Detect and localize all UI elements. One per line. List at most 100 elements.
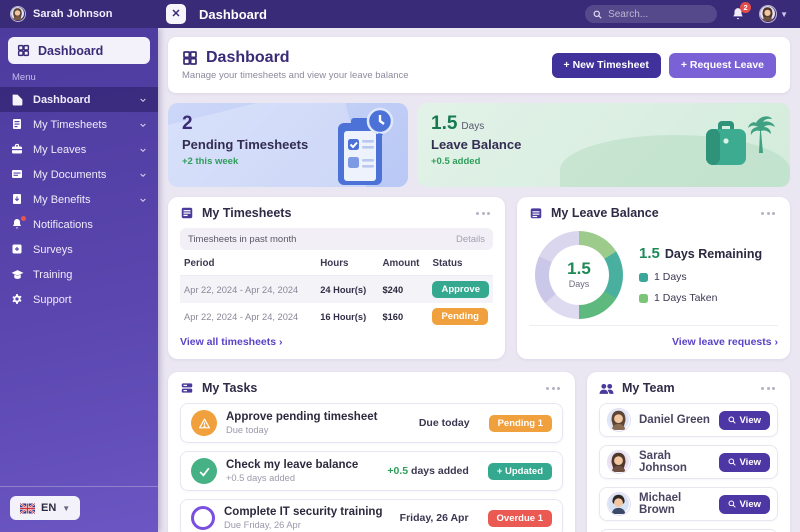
my-tasks-card: My Tasks Approve pending timesheet Due t… xyxy=(168,372,575,532)
timesheet-icon xyxy=(11,118,24,131)
request-leave-button[interactable]: + Request Leave xyxy=(668,52,776,78)
calendar-icon xyxy=(529,206,543,220)
tasks-icon xyxy=(180,381,194,395)
search-icon xyxy=(728,458,736,466)
chevron-down-icon xyxy=(139,121,147,129)
leave-balance-title: My Leave Balance xyxy=(551,206,659,220)
leave-unit: Days xyxy=(461,121,485,132)
search-icon xyxy=(728,500,736,508)
grid-icon xyxy=(11,93,24,106)
sidebar-item-training[interactable]: Training xyxy=(0,262,158,287)
more-options-icon[interactable] xyxy=(758,209,778,218)
search-icon xyxy=(728,416,736,424)
notifications-button[interactable]: 2 xyxy=(731,2,752,21)
briefcase-icon xyxy=(11,143,24,156)
check-icon xyxy=(191,458,217,484)
leave-label: Leave Balance xyxy=(431,136,522,152)
notification-dot xyxy=(21,216,26,221)
chevron-down-icon xyxy=(139,146,147,154)
chevron-down-icon xyxy=(139,171,147,179)
profile-menu[interactable]: ▼ xyxy=(759,5,788,23)
status-badge[interactable]: Pending xyxy=(432,308,488,325)
pending-count: 2 xyxy=(182,113,193,134)
graduation-icon xyxy=(11,268,24,281)
document-icon xyxy=(11,168,24,181)
task-item[interactable]: Complete IT security training Due Friday… xyxy=(180,499,563,532)
topbar-user[interactable]: Sarah Johnson xyxy=(0,6,158,22)
member-avatar xyxy=(607,408,631,432)
search-input[interactable] xyxy=(608,8,710,20)
remaining-label: Days Remaining xyxy=(664,247,763,261)
remaining-value: 1.5 xyxy=(639,245,660,262)
tab-close-button[interactable]: ✕ xyxy=(166,4,186,24)
benefits-icon xyxy=(11,193,24,206)
sidebar-item-support[interactable]: Support xyxy=(0,287,158,312)
member-avatar xyxy=(607,492,631,516)
chevron-down-icon xyxy=(139,196,147,204)
language-selector[interactable]: EN ▼ xyxy=(10,496,81,520)
my-team-card: My Team Daniel Green View Sarah Johnson xyxy=(587,372,790,532)
sidebar-item-dashboard[interactable]: Dashboard xyxy=(0,87,158,112)
donut-center-value: 1.5 xyxy=(567,259,591,278)
sidebar-item-my-benefits[interactable]: My Benefits xyxy=(0,187,158,212)
table-row[interactable]: Apr 22, 2024 - Apr 24, 2024 16 Hour(s) $… xyxy=(180,303,493,330)
sidebar-brand[interactable]: Dashboard xyxy=(8,37,150,64)
leave-balance-card[interactable]: 1.5 Days Leave Balance +0.5 added xyxy=(417,103,790,187)
more-options-icon[interactable] xyxy=(473,209,493,218)
pending-delta: +2 this week xyxy=(182,155,239,167)
sidebar-brand-label: Dashboard xyxy=(38,43,104,58)
my-timesheets-card: My Timesheets Timesheets in past month D… xyxy=(168,197,505,359)
sidebar-item-my-leaves[interactable]: My Leaves xyxy=(0,137,158,162)
view-member-button[interactable]: View xyxy=(718,410,770,430)
view-all-timesheets-link[interactable]: View all timesheets › xyxy=(180,336,283,348)
status-badge[interactable]: Approve xyxy=(432,281,489,298)
team-title: My Team xyxy=(622,381,675,395)
new-timesheet-button[interactable]: + New Timesheet xyxy=(551,52,661,78)
legend-dot xyxy=(639,272,648,282)
sidebar-item-notifications[interactable]: Notifications xyxy=(0,212,158,237)
pending-label: Pending Timesheets xyxy=(182,136,309,152)
leave-value: 1.5 xyxy=(431,113,458,134)
team-member-row: Daniel Green View xyxy=(599,403,778,437)
chevron-down-icon: ▼ xyxy=(780,9,788,19)
timesheets-title: My Timesheets xyxy=(202,206,292,220)
legend-item: 1 Days Taken xyxy=(639,292,762,304)
task-item[interactable]: Check my leave balance +0.5 days added +… xyxy=(180,451,563,491)
details-link[interactable]: Details xyxy=(456,234,485,245)
user-avatar xyxy=(10,6,26,22)
sidebar-item-my-documents[interactable]: My Documents xyxy=(0,162,158,187)
member-avatar xyxy=(607,450,631,474)
table-row[interactable]: Apr 22, 2024 - Apr 24, 2024 24 Hour(s) $… xyxy=(180,275,493,303)
tab-title: Dashboard xyxy=(199,6,267,22)
page-subtitle: Manage your timesheets and view your lea… xyxy=(182,70,409,81)
grid-icon xyxy=(182,50,198,66)
more-options-icon[interactable] xyxy=(543,384,563,393)
profile-avatar xyxy=(759,5,778,23)
sidebar-item-my-timesheets[interactable]: My Timesheets xyxy=(0,112,158,137)
survey-icon xyxy=(11,243,24,256)
main-content: Dashboard Manage your timesheets and vie… xyxy=(158,28,800,532)
view-leave-requests-link[interactable]: View leave requests › xyxy=(672,336,778,348)
pending-timesheets-card[interactable]: 2 Pending Timesheets +2 this week xyxy=(168,103,408,187)
legend-dot xyxy=(639,293,648,303)
search-box[interactable] xyxy=(585,5,718,23)
team-member-row: Michael Brown View xyxy=(599,487,778,521)
view-member-button[interactable]: View xyxy=(718,452,770,472)
task-item[interactable]: Approve pending timesheet Due today Due … xyxy=(180,403,563,443)
donut-center-unit: Days xyxy=(568,279,590,289)
uk-flag-icon xyxy=(20,502,35,514)
task-badge: + Updated xyxy=(487,462,552,480)
sidebar-item-surveys[interactable]: Surveys xyxy=(0,237,158,262)
topbar: Sarah Johnson ✕ Dashboard 2 ▼ xyxy=(0,0,800,28)
grid-icon xyxy=(17,44,30,57)
view-member-button[interactable]: View xyxy=(718,494,770,514)
radio-unchecked-icon[interactable] xyxy=(191,506,215,530)
timesheets-table: Period Hours Amount Status Apr 22, 2024 … xyxy=(180,252,493,330)
page-title: Dashboard xyxy=(206,49,290,66)
sidebar-nav: Dashboard My Timesheets My Leaves My Doc… xyxy=(0,87,158,486)
notification-badge: 2 xyxy=(740,2,752,13)
topbar-user-name: Sarah Johnson xyxy=(33,8,113,20)
sidebar: Dashboard Menu Dashboard My Timesheets M… xyxy=(0,28,158,532)
more-options-icon[interactable] xyxy=(758,384,778,393)
chevron-down-icon: ▼ xyxy=(62,503,71,513)
